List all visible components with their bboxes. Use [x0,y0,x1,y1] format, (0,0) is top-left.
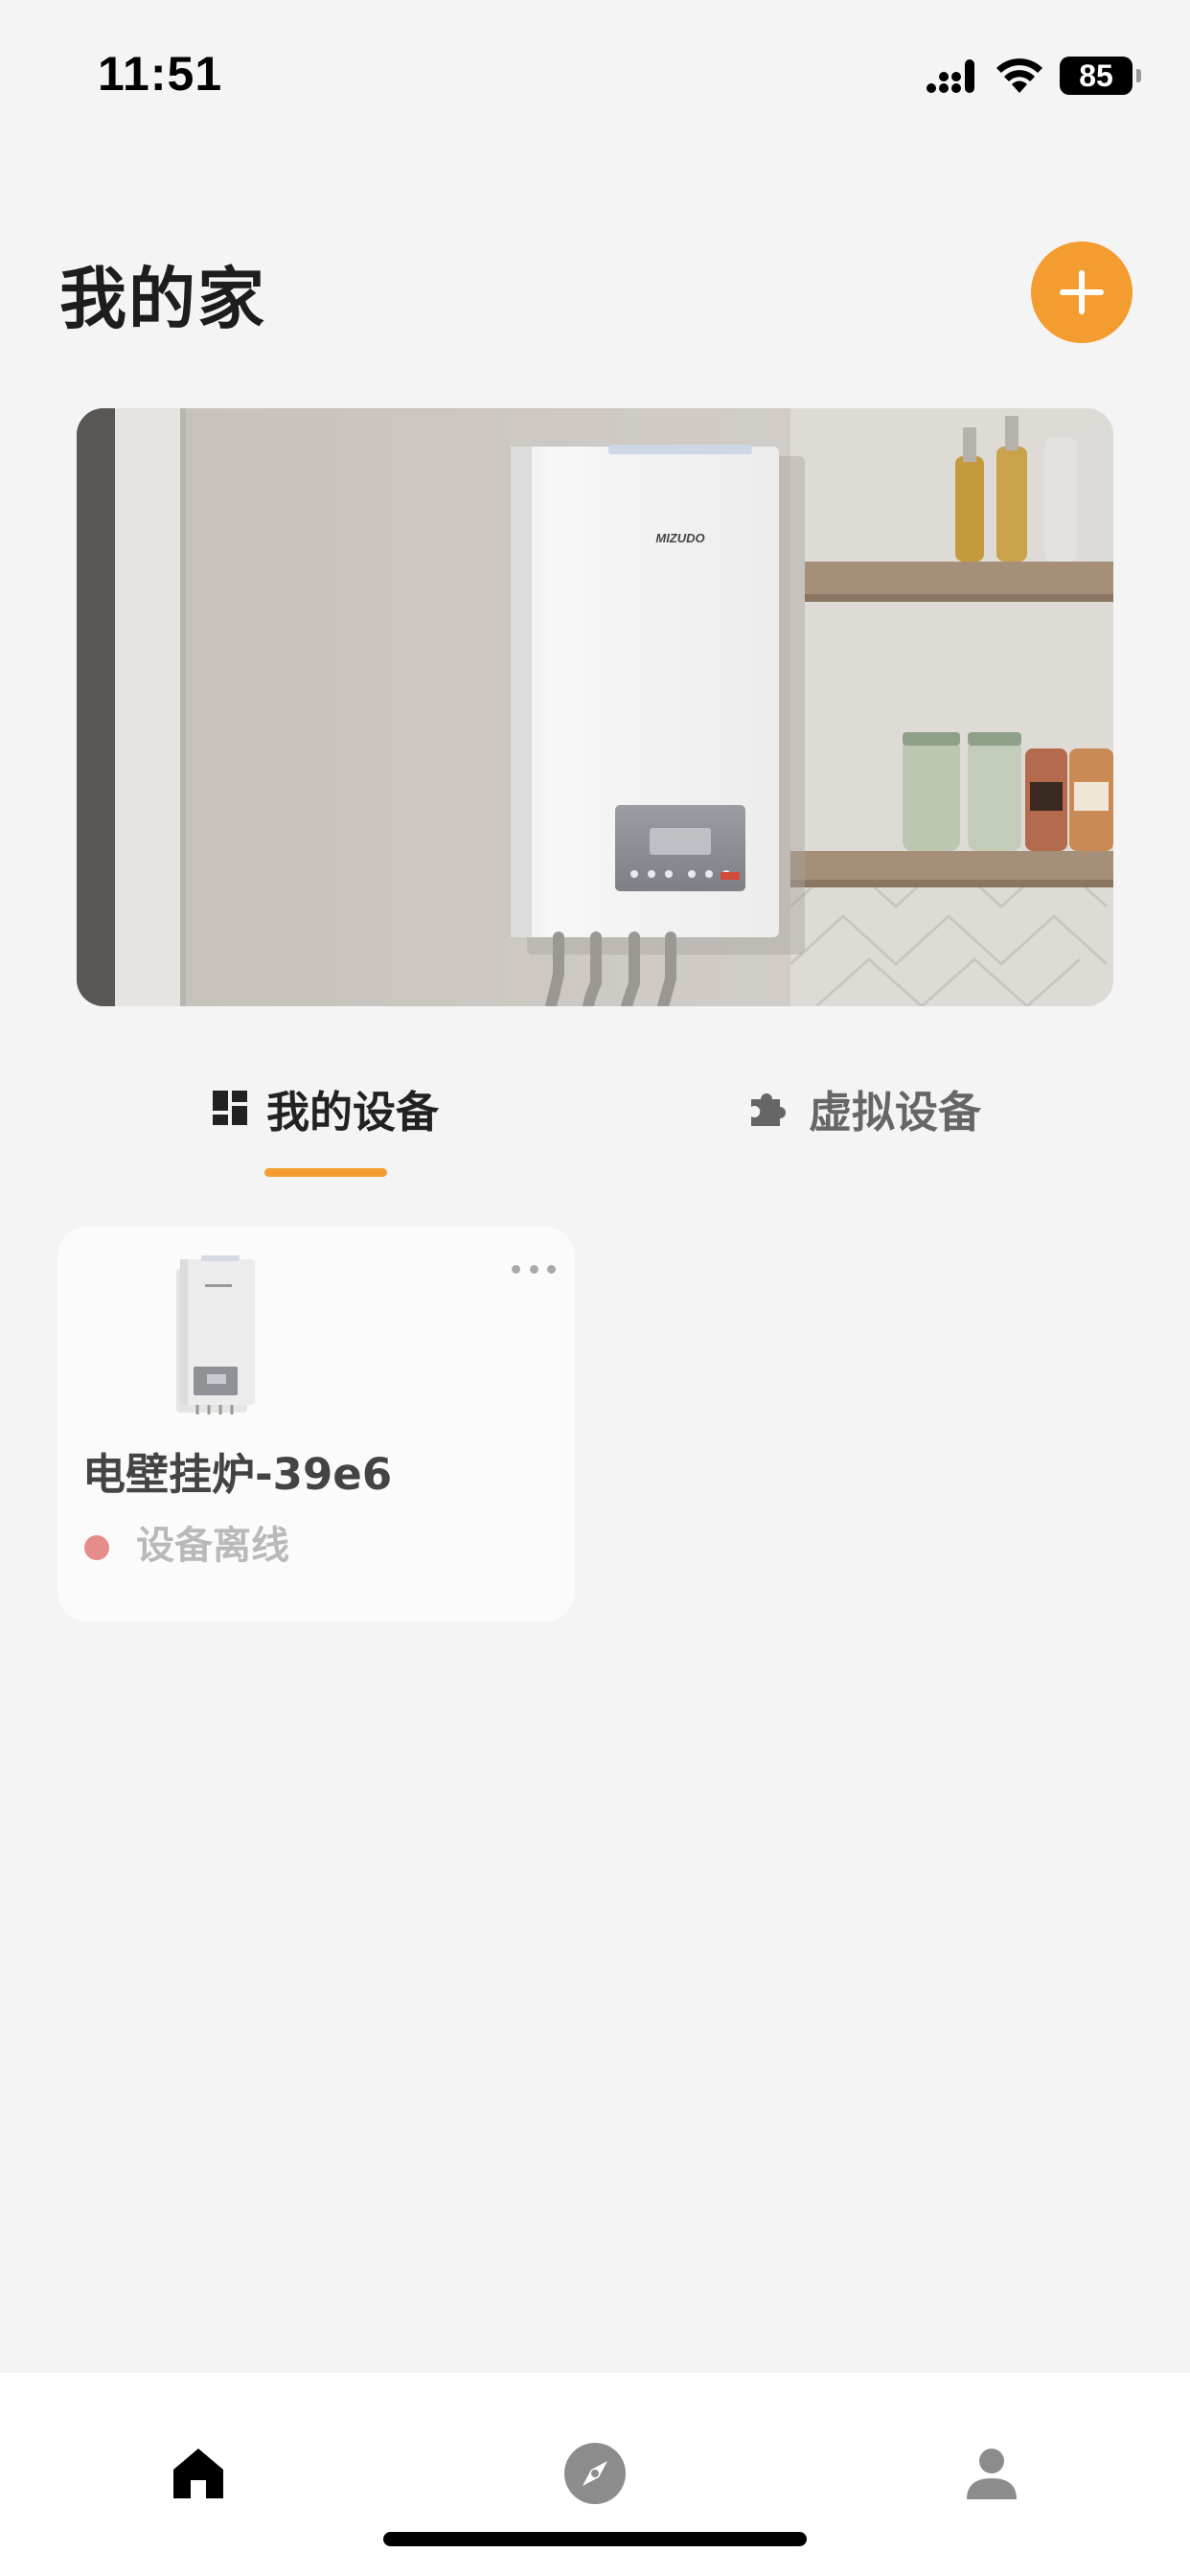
compass-icon [564,2443,626,2504]
device-card[interactable]: 电壁挂炉-39e6 设备离线 [57,1227,575,1622]
battery-icon: 85 [1060,57,1141,95]
nav-profile[interactable] [958,2440,1025,2507]
cellular-signal-icon [927,59,974,93]
profile-icon [967,2449,1017,2499]
puzzle-icon [751,1093,786,1126]
boiler-kitchen-illustration: MIZUDO [77,408,1113,1006]
brand-text: MIZUDO [655,531,704,545]
tab-label: 我的设备 [266,1086,440,1138]
wifi-icon [996,58,1042,93]
plus-icon [1060,270,1104,314]
more-dot [529,1264,538,1274]
nav-discover[interactable] [561,2440,629,2507]
dashboard-icon [213,1091,247,1125]
home-screen: 11:51 85 我的家 MIZUDO 我的设备 虚拟设备 电壁挂炉-39e6 … [0,0,1190,2576]
home-indicator [383,2532,807,2546]
boiler-thumbnail [176,1255,255,1414]
banner-image: MIZUDO [77,408,1113,1006]
more-options-button[interactable] [512,1257,556,1280]
tab-label: 虚拟设备 [809,1086,982,1138]
home-icon [173,2449,223,2498]
status-icons: 85 [926,52,1141,100]
add-device-button[interactable] [1031,242,1133,343]
status-time: 11:51 [98,47,223,101]
tab-my-devices[interactable]: 我的设备 [211,1073,439,1142]
device-name: 电壁挂炉-39e6 [82,1449,393,1500]
more-dot [547,1264,556,1274]
page-title: 我的家 [59,260,266,338]
tab-virtual-devices[interactable]: 虚拟设备 [747,1073,981,1142]
nav-home[interactable] [165,2440,232,2507]
active-tab-indicator [264,1168,387,1177]
offline-status-dot [84,1535,109,1560]
more-dot [512,1264,520,1274]
device-status: 设备离线 [136,1524,289,1568]
